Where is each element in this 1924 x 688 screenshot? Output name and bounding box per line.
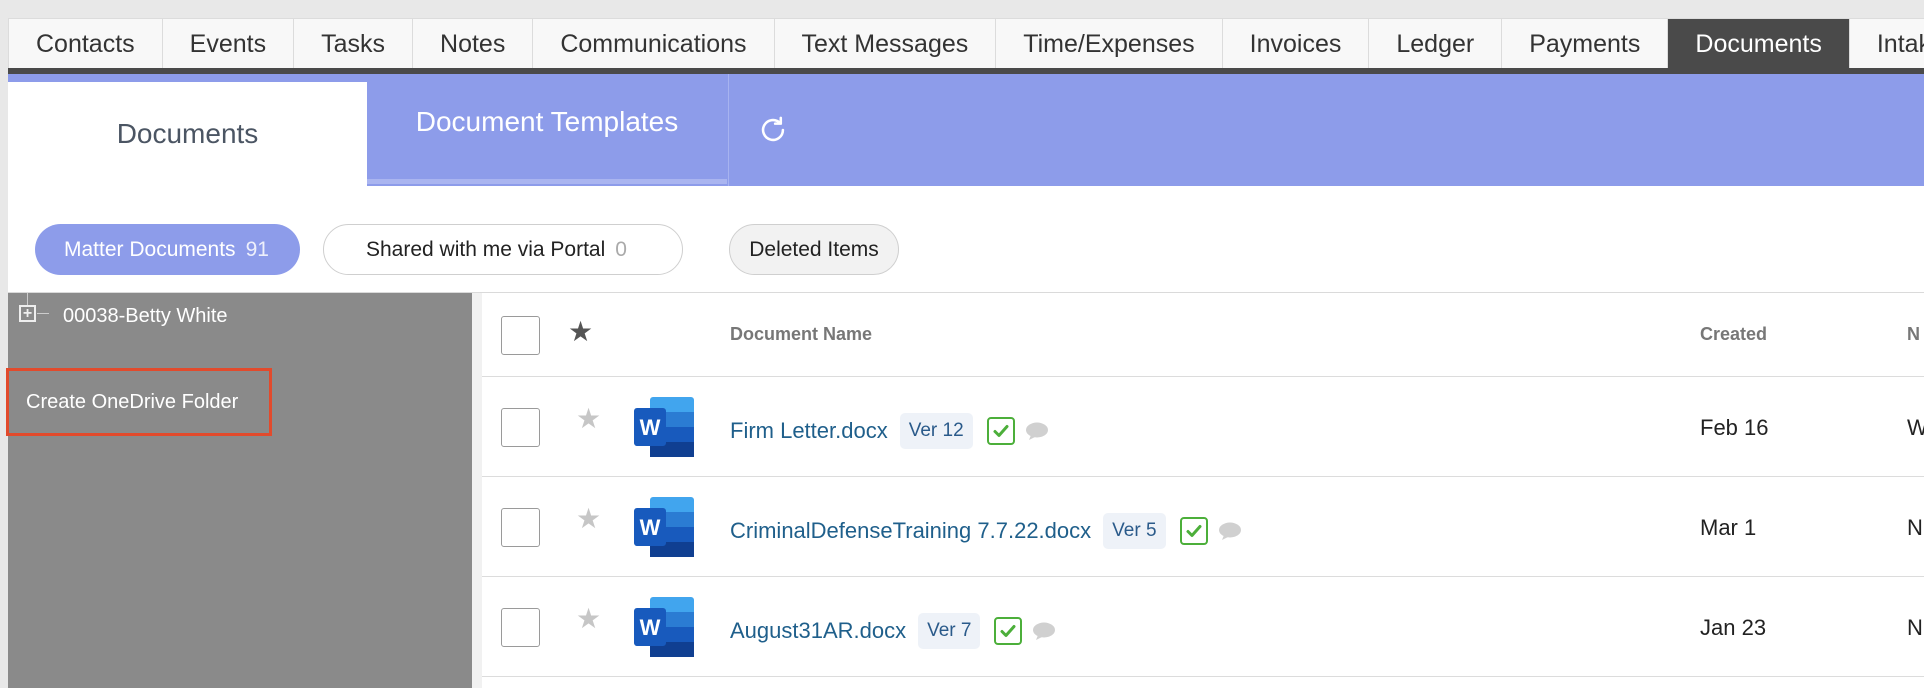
documents-table: ★ Document Name Created N ★ W Firm Lette… xyxy=(482,293,1924,688)
column-header-next[interactable]: N xyxy=(1907,324,1920,345)
version-badge[interactable]: Ver 12 xyxy=(899,413,973,449)
star-icon[interactable]: ★ xyxy=(576,602,601,635)
row-checkbox[interactable] xyxy=(501,408,540,447)
tab-ledger[interactable]: Ledger xyxy=(1369,19,1503,69)
matter-documents-filter[interactable]: Matter Documents 91 xyxy=(35,224,300,275)
svg-text:W: W xyxy=(640,415,661,440)
document-name-cell: August31AR.docx Ver 7 xyxy=(730,613,1056,649)
checked-in-icon[interactable] xyxy=(1179,517,1208,545)
column-header-created[interactable]: Created xyxy=(1700,324,1767,345)
tree-connector-horizontal xyxy=(37,313,49,314)
next-column-cell: N xyxy=(1907,515,1923,540)
tab-text-messages[interactable]: Text Messages xyxy=(775,19,997,69)
shared-via-portal-label: Shared with me via Portal xyxy=(366,237,606,261)
sidebar-divider xyxy=(472,293,482,688)
table-row: ★ W August31AR.docx Ver 7 Jan 23 N xyxy=(482,577,1924,677)
word-document-icon: W xyxy=(634,397,694,457)
table-row: ★ W CriminalDefenseTraining 7.7.22.docx … xyxy=(482,477,1924,577)
created-date: Jan 23 xyxy=(1700,615,1767,640)
folder-tree-item[interactable]: 00038-Betty White xyxy=(63,305,228,328)
document-filters: Matter Documents 91 Shared with me via P… xyxy=(8,186,1924,293)
subtab-documents[interactable]: Documents xyxy=(8,82,367,186)
tab-communications[interactable]: Communications xyxy=(533,19,775,69)
word-document-icon: W xyxy=(634,597,694,657)
document-link[interactable]: CriminalDefenseTraining 7.7.22.docx xyxy=(730,518,1091,544)
subtab-document-templates[interactable]: Document Templates xyxy=(367,74,727,184)
column-header-document-name[interactable]: Document Name xyxy=(730,324,872,345)
version-badge[interactable]: Ver 7 xyxy=(918,613,981,649)
document-name-cell: CriminalDefenseTraining 7.7.22.docx Ver … xyxy=(730,513,1242,549)
tab-events[interactable]: Events xyxy=(163,19,295,69)
refresh-icon xyxy=(761,116,784,142)
version-badge[interactable]: Ver 5 xyxy=(1103,513,1166,549)
next-column-cell: W xyxy=(1907,415,1924,440)
comment-icon[interactable] xyxy=(1025,421,1049,441)
matter-documents-count: 91 xyxy=(245,237,269,261)
word-document-icon: W xyxy=(634,497,694,557)
create-onedrive-folder-button[interactable]: Create OneDrive Folder xyxy=(6,368,272,436)
checked-in-icon[interactable] xyxy=(986,417,1015,445)
document-link[interactable]: August31AR.docx xyxy=(730,618,906,644)
top-tab-list: Contacts Events Tasks Notes Communicatio… xyxy=(8,18,1924,69)
tab-intake[interactable]: Intak xyxy=(1850,19,1924,69)
comment-icon[interactable] xyxy=(1218,521,1242,541)
expand-plus-icon[interactable]: + xyxy=(19,305,36,322)
checked-in-icon[interactable] xyxy=(994,617,1023,645)
tab-time-expenses[interactable]: Time/Expenses xyxy=(996,19,1223,69)
tree-connector xyxy=(27,293,28,305)
tab-contacts[interactable]: Contacts xyxy=(9,19,163,69)
select-all-checkbox[interactable] xyxy=(501,316,540,355)
next-column-cell: N xyxy=(1907,615,1923,640)
refresh-button[interactable] xyxy=(728,74,816,186)
comment-icon[interactable] xyxy=(1032,621,1056,641)
svg-text:W: W xyxy=(640,515,661,540)
deleted-items-filter[interactable]: Deleted Items xyxy=(729,224,899,275)
created-date: Feb 16 xyxy=(1700,415,1769,440)
folder-sidebar: + 00038-Betty White Create OneDrive Fold… xyxy=(6,293,472,688)
table-row: ★ W Firm Letter.docx Ver 12 Feb 16 W xyxy=(482,377,1924,477)
row-checkbox[interactable] xyxy=(501,508,540,547)
tab-tasks[interactable]: Tasks xyxy=(294,19,414,69)
star-header-icon[interactable]: ★ xyxy=(568,315,593,348)
tab-invoices[interactable]: Invoices xyxy=(1223,19,1370,69)
shared-via-portal-filter[interactable]: Shared with me via Portal 0 xyxy=(323,224,683,275)
row-checkbox[interactable] xyxy=(501,608,540,647)
documents-panel: Documents Document Templates Matter Docu… xyxy=(6,74,1924,688)
svg-text:W: W xyxy=(640,615,661,640)
star-icon[interactable]: ★ xyxy=(576,402,601,435)
sub-tab-bar: Documents Document Templates xyxy=(8,74,1924,186)
matter-documents-label: Matter Documents xyxy=(64,237,236,261)
star-icon[interactable]: ★ xyxy=(576,502,601,535)
created-date: Mar 1 xyxy=(1700,515,1757,540)
tab-documents[interactable]: Documents xyxy=(1668,19,1850,69)
document-name-cell: Firm Letter.docx Ver 12 xyxy=(730,413,1049,449)
tab-notes[interactable]: Notes xyxy=(413,19,534,69)
shared-via-portal-count: 0 xyxy=(615,237,627,261)
tab-payments[interactable]: Payments xyxy=(1502,19,1669,69)
document-link[interactable]: Firm Letter.docx xyxy=(730,418,888,444)
top-navigation: Contacts Events Tasks Notes Communicatio… xyxy=(0,0,1924,74)
table-header: ★ Document Name Created N xyxy=(482,293,1924,377)
